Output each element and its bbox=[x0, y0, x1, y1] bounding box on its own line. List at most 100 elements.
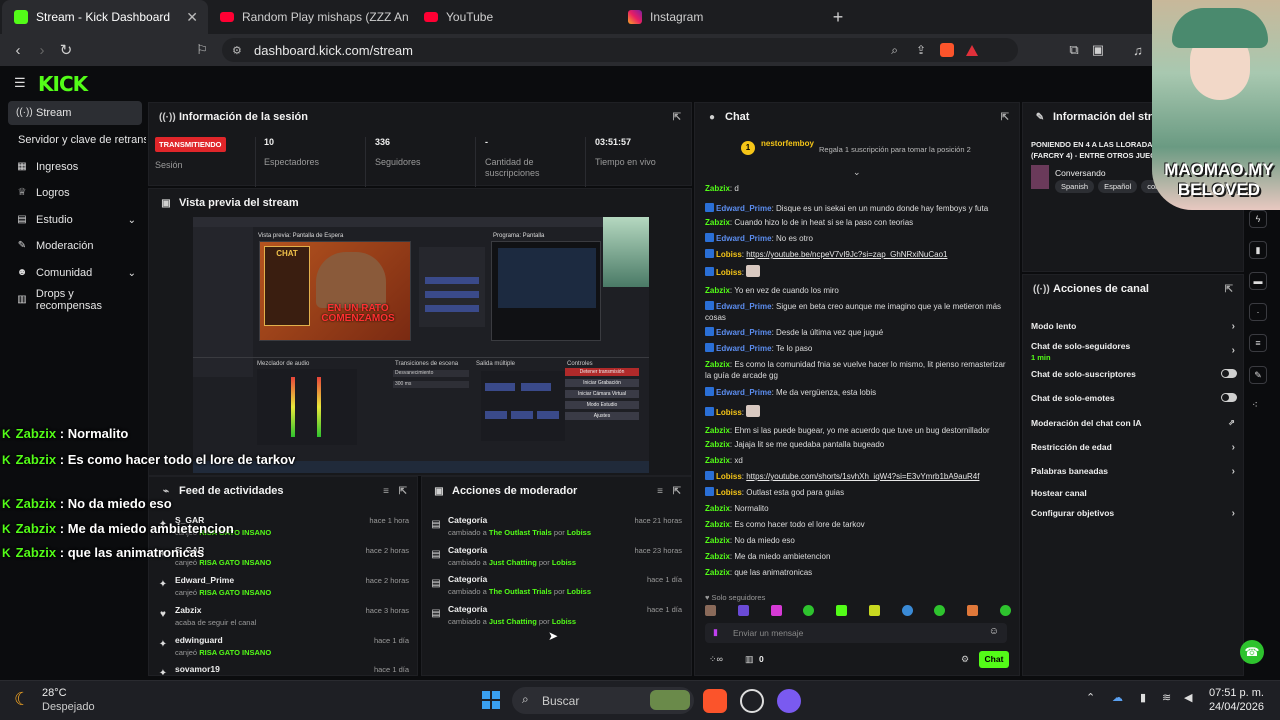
site-info-icon[interactable]: ⚙ bbox=[232, 44, 242, 57]
sidebar-item-stream[interactable]: ((·)) Stream bbox=[8, 101, 142, 125]
gift-sub-text[interactable]: Regala 1 suscripción para tomar la posic… bbox=[819, 145, 971, 154]
duration-input[interactable]: 300 ms bbox=[393, 381, 469, 388]
emote-icon[interactable] bbox=[737, 605, 749, 616]
emote-icon[interactable] bbox=[934, 605, 946, 616]
broadcast-icon[interactable]: · bbox=[1249, 303, 1267, 321]
clock-date[interactable]: 24/04/2026 bbox=[1204, 701, 1264, 713]
chat-username[interactable]: Zabzix bbox=[705, 456, 730, 465]
toggle-switch[interactable] bbox=[1221, 369, 1237, 378]
chat-username[interactable]: Lobiss bbox=[716, 408, 742, 417]
tab-youtube[interactable]: YouTube bbox=[412, 0, 612, 34]
chat-username[interactable]: Zabzix bbox=[705, 504, 730, 513]
chevron-up-icon[interactable]: ⌃ bbox=[1086, 691, 1095, 704]
emote-icon[interactable] bbox=[705, 605, 716, 616]
reload-icon[interactable]: ↻ bbox=[54, 34, 78, 66]
clipboard-icon[interactable]: ▮ bbox=[1249, 241, 1267, 259]
weather-temp[interactable]: 28°C bbox=[42, 687, 67, 699]
tag[interactable]: Spanish bbox=[1055, 180, 1095, 193]
popout-icon[interactable]: ⇱ bbox=[673, 486, 681, 497]
weather-desc[interactable]: Despejado bbox=[42, 701, 95, 713]
output-button[interactable] bbox=[511, 411, 533, 419]
sidebar-item-server-key[interactable]: Servidor y clave de retransmi bbox=[18, 128, 146, 152]
popout-icon[interactable]: ⇱ bbox=[1001, 112, 1009, 123]
chat-username[interactable]: Edward_Prime bbox=[716, 234, 772, 243]
chat-username[interactable]: Zabzix bbox=[705, 360, 730, 369]
pinned-user[interactable]: nestorfemboy bbox=[761, 139, 814, 148]
action-emotes-only[interactable]: Chat de solo-emotes bbox=[1031, 393, 1237, 403]
emote-icon[interactable] bbox=[999, 605, 1011, 616]
community-icon[interactable]: ⁖ bbox=[1252, 400, 1258, 411]
chat-input[interactable]: ▮ Enviar un mensaje ☺ bbox=[705, 623, 1007, 643]
chat-username[interactable]: Zabzix bbox=[705, 184, 730, 193]
transition-select[interactable] bbox=[425, 277, 479, 284]
clock-time[interactable]: 07:51 p. m. bbox=[1208, 687, 1264, 699]
output-button[interactable] bbox=[485, 411, 507, 419]
transition-select[interactable] bbox=[425, 291, 479, 298]
category-name[interactable]: Conversando bbox=[1055, 168, 1106, 178]
chat-link[interactable]: https://youtube.be/ncpeV7vI9Jc?si=zap_Gh… bbox=[746, 250, 947, 259]
sidebar-item-revenue[interactable]: ▦ Ingresos bbox=[8, 155, 142, 179]
forward-icon[interactable]: › bbox=[30, 34, 54, 66]
emote-icon[interactable] bbox=[770, 605, 782, 616]
chat-username[interactable]: Lobiss bbox=[716, 488, 742, 497]
action-age-restriction[interactable]: Restricción de edad › bbox=[1031, 442, 1235, 453]
output-button[interactable] bbox=[537, 411, 559, 419]
list-icon[interactable]: ≡ bbox=[1249, 334, 1267, 352]
chat-username[interactable]: Zabzix bbox=[705, 552, 730, 561]
chat-username[interactable]: Edward_Prime bbox=[716, 344, 772, 353]
mic-icon[interactable]: ▮ bbox=[1140, 691, 1146, 704]
emote-icon[interactable] bbox=[836, 605, 848, 616]
brave-shield-icon[interactable] bbox=[940, 43, 954, 57]
emote-icon[interactable] bbox=[901, 605, 913, 616]
output-button[interactable] bbox=[485, 383, 515, 391]
points-icon[interactable]: ⁘∞ bbox=[709, 654, 723, 665]
sidebar-toggle-icon[interactable]: ▣ bbox=[1086, 34, 1110, 66]
popout-icon[interactable]: ⇱ bbox=[399, 486, 407, 497]
chat-username[interactable]: Zabzix bbox=[705, 520, 730, 529]
emote-icon[interactable] bbox=[868, 605, 880, 616]
action-followers-only[interactable]: Chat de solo-seguidores 1 min › bbox=[1031, 341, 1235, 362]
volume-icon[interactable]: ◀ bbox=[1184, 691, 1192, 704]
gift-icon[interactable]: ▥ bbox=[745, 654, 754, 665]
transition-select[interactable] bbox=[425, 305, 479, 312]
chat-bubble-icon[interactable]: ▬ bbox=[1249, 272, 1267, 290]
search-box[interactable]: ⌕ Buscar bbox=[512, 687, 694, 714]
tab-kick-dashboard[interactable]: Stream - Kick Dashboard ✕ bbox=[2, 0, 208, 34]
action-banned-words[interactable]: Palabras baneadas › bbox=[1031, 466, 1235, 477]
action-configure-goals[interactable]: Configurar objetivos › bbox=[1031, 508, 1235, 519]
studio-mode-button[interactable]: Modo Estudio bbox=[565, 401, 639, 409]
emote-icon[interactable] bbox=[803, 605, 815, 616]
chat-username[interactable]: Zabzix bbox=[705, 218, 730, 227]
brave-browser-icon[interactable] bbox=[703, 689, 727, 713]
chat-username[interactable]: Lobiss bbox=[716, 250, 742, 259]
action-slow-mode[interactable]: Modo lento › bbox=[1031, 321, 1235, 332]
support-icon[interactable]: ☎ bbox=[1240, 640, 1264, 664]
chat-username[interactable]: Zabzix bbox=[705, 568, 730, 577]
toggle-switch[interactable] bbox=[1221, 393, 1237, 402]
new-tab-button[interactable]: + bbox=[826, 0, 850, 34]
chat-username[interactable]: Edward_Prime bbox=[716, 388, 772, 397]
brave-rewards-icon[interactable] bbox=[966, 44, 978, 56]
chat-username[interactable]: Zabzix bbox=[705, 536, 730, 545]
filter-icon[interactable]: ≡ bbox=[657, 486, 663, 497]
wifi-icon[interactable]: ≋ bbox=[1162, 691, 1171, 704]
kick-logo[interactable]: KICK bbox=[38, 72, 88, 96]
sidebar-item-community[interactable]: ☻ Comunidad ⌄ bbox=[8, 261, 142, 285]
zoom-icon[interactable]: ⌕ bbox=[891, 43, 898, 58]
filter-icon[interactable]: ≡ bbox=[383, 486, 389, 497]
action-host-channel[interactable]: Hostear canal bbox=[1031, 488, 1231, 498]
chevron-down-icon[interactable]: ⌄ bbox=[853, 167, 861, 178]
lightning-icon[interactable]: ϟ bbox=[1249, 210, 1267, 228]
media-icon[interactable]: ♫ bbox=[1126, 34, 1150, 66]
chat-username[interactable]: Zabzix bbox=[705, 426, 730, 435]
emoji-icon[interactable]: ☺ bbox=[989, 626, 999, 637]
chat-username[interactable]: Zabzix bbox=[705, 440, 730, 449]
chat-username[interactable]: Zabzix bbox=[705, 286, 730, 295]
tag[interactable]: Español bbox=[1098, 180, 1138, 193]
wrench-icon[interactable]: ✎ bbox=[1249, 366, 1267, 384]
chat-username[interactable]: Lobiss bbox=[716, 268, 742, 277]
gear-icon[interactable]: ⚙ bbox=[961, 654, 969, 665]
action-ai-moderation[interactable]: Moderación del chat con IA ⇗ bbox=[1031, 418, 1235, 428]
emote-icon[interactable] bbox=[967, 605, 979, 616]
windows-start-icon[interactable] bbox=[482, 691, 500, 709]
